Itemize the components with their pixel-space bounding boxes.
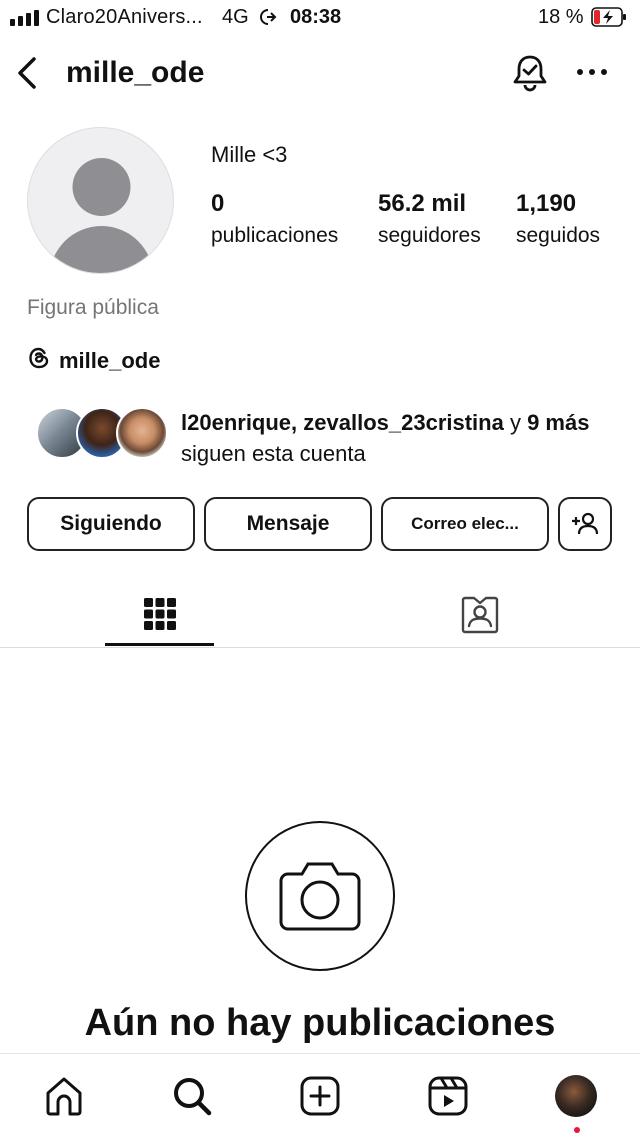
message-button[interactable]: Mensaje — [204, 497, 372, 551]
battery-charging-icon — [591, 7, 627, 27]
following-stat[interactable]: 1,190 seguidos — [516, 190, 600, 248]
posts-label: publicaciones — [211, 224, 339, 247]
clock: 08:38 — [290, 6, 342, 28]
threads-handle: mille_ode — [59, 347, 161, 373]
followers-count: 56.2 mil — [378, 190, 467, 217]
display-name: Mille <3 — [211, 142, 288, 167]
notification-bell-icon[interactable] — [510, 52, 550, 94]
followed-by-connector: y — [503, 410, 528, 435]
notification-dot — [574, 1127, 580, 1133]
empty-posts-camera — [245, 821, 395, 971]
mutual-followers[interactable]: l20enrique, zevallos_23cristina y 9 más … — [36, 405, 636, 467]
following-button[interactable]: Siguiendo — [27, 497, 195, 551]
followers-label: seguidores — [378, 224, 481, 247]
bottom-navigation — [0, 1053, 640, 1138]
threads-icon — [27, 346, 51, 375]
battery-percent: 18 % — [538, 6, 584, 28]
home-icon[interactable] — [42, 1074, 86, 1118]
follower-avatar — [116, 407, 168, 459]
camera-icon — [279, 862, 361, 931]
follower-names: l20enrique, zevallos_23cristina — [181, 410, 504, 435]
create-icon[interactable] — [298, 1074, 342, 1118]
add-person-icon — [572, 512, 599, 535]
followed-by-text: l20enrique, zevallos_23cristina y 9 más … — [181, 407, 631, 469]
tagged-icon — [461, 596, 498, 634]
grid-icon — [143, 598, 176, 630]
reels-icon[interactable] — [426, 1074, 470, 1118]
empty-state-title: Aún no hay publicaciones — [84, 1002, 556, 1044]
more-options-icon[interactable] — [574, 54, 610, 90]
profile-header: mille_ode — [0, 50, 640, 96]
suggested-users-button[interactable] — [558, 497, 612, 551]
back-button[interactable] — [12, 54, 44, 92]
followed-by-suffix: siguen esta cuenta — [181, 441, 366, 466]
email-button[interactable]: Correo elec... — [381, 497, 549, 551]
more-followers: 9 más — [527, 410, 590, 435]
page-title: mille_ode — [66, 56, 205, 89]
active-tab-indicator — [105, 643, 214, 646]
signal-icon — [10, 10, 39, 26]
carrier-name: Claro20Anivers... — [46, 6, 203, 28]
profile-tabs — [0, 580, 640, 648]
profile-avatar-nav[interactable] — [554, 1074, 598, 1118]
posts-count: 0 — [211, 190, 225, 217]
posts-stat[interactable]: 0 publicaciones — [211, 190, 338, 248]
tab-posts-grid[interactable] — [105, 580, 214, 648]
status-bar: Claro20Anivers... 4G 08:38 18 % — [0, 0, 640, 36]
followers-stat[interactable]: 56.2 mil seguidores — [378, 190, 481, 248]
search-icon[interactable] — [170, 1074, 214, 1118]
call-forward-icon — [259, 8, 277, 31]
threads-link[interactable]: mille_ode — [27, 346, 160, 375]
profile-avatar[interactable] — [27, 127, 174, 274]
following-label: seguidos — [516, 224, 601, 247]
profile-avatar-small — [555, 1075, 597, 1117]
tab-tagged[interactable] — [425, 580, 534, 648]
following-count: 1,190 — [516, 190, 577, 217]
network-type: 4G — [222, 6, 249, 28]
profile-category: Figura pública — [27, 296, 159, 319]
